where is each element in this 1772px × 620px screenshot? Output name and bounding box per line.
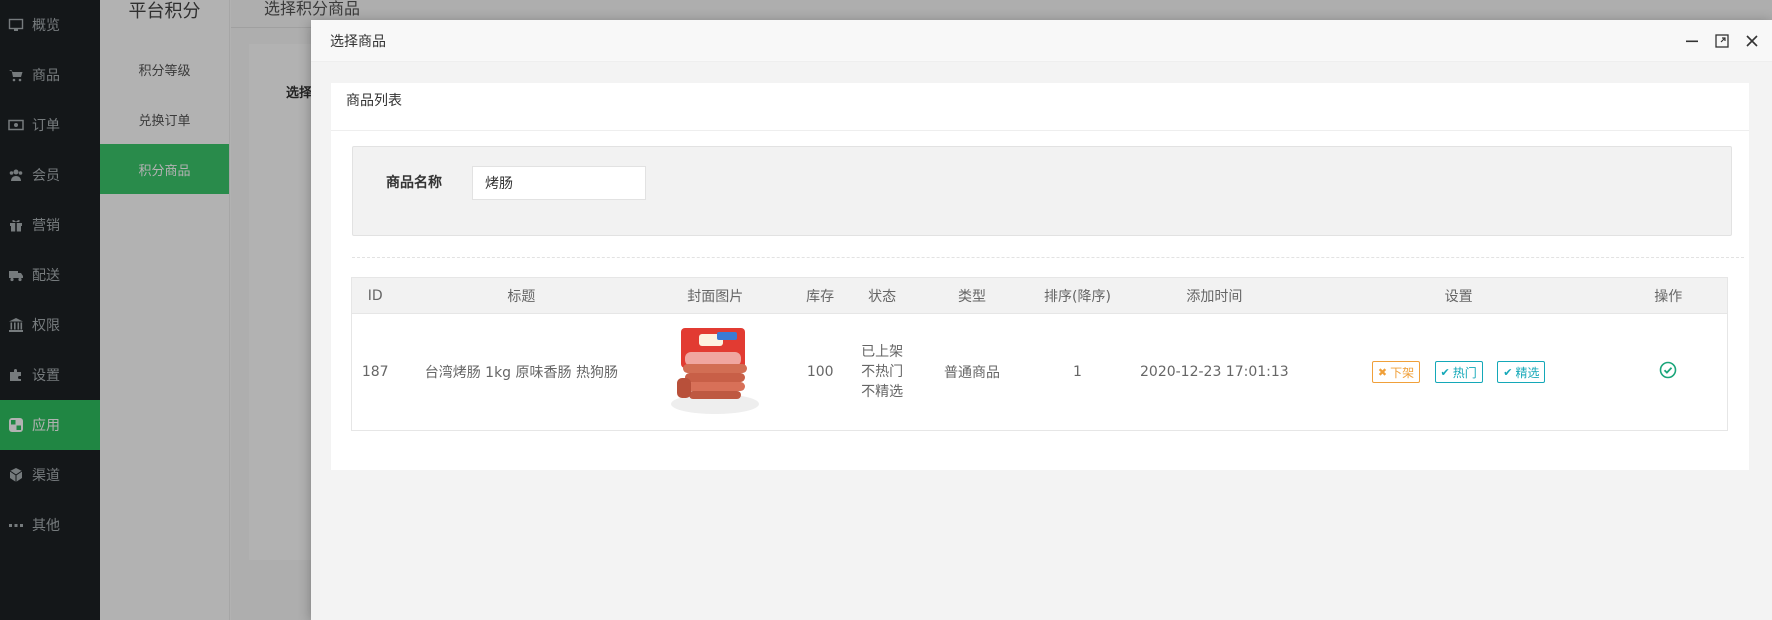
col-actions: 操作 (1609, 277, 1728, 314)
table-header-row: ID 标题 封面图片 库存 状态 类型 排序(降序) 添加时间 设置 操作 (351, 277, 1728, 314)
select-goods-modal: 选择商品 商品列表 商品名称 ID 标题 封面图片 库存 (311, 20, 1772, 620)
goods-list-card: 商品列表 商品名称 ID 标题 封面图片 库存 状态 类型 排序(降序) (331, 83, 1749, 470)
unshelve-label: 下架 (1390, 365, 1415, 380)
cell-id: 187 (361, 364, 389, 380)
card-title: 商品列表 (331, 83, 1749, 131)
status-featured: 不精选 (861, 384, 904, 400)
select-check-circle-icon[interactable] (1659, 361, 1677, 379)
table-row: 187 台湾烤肠 1kg 原味香肠 热狗肠 100 已上架 不热门 不精选 普通… (352, 314, 1728, 431)
col-added: 添加时间 (1120, 277, 1308, 314)
col-cover: 封面图片 (644, 277, 787, 314)
cell-stock: 100 (806, 364, 834, 380)
x-icon: ✖ (1377, 365, 1388, 379)
hot-label: 热门 (1452, 365, 1477, 380)
col-sort: 排序(降序) (1034, 277, 1121, 314)
cell-actions (1610, 314, 1728, 431)
modal-header: 选择商品 (311, 20, 1772, 62)
status-hot: 不热门 (861, 364, 904, 380)
cell-cover (644, 314, 786, 431)
col-title: 标题 (398, 277, 645, 314)
search-panel: 商品名称 (352, 146, 1732, 236)
product-image (667, 322, 763, 418)
cell-sort: 1 (1073, 364, 1082, 380)
col-status: 状态 (854, 277, 911, 314)
modal-tools (1682, 31, 1762, 51)
col-id: ID (351, 277, 399, 314)
check-icon: ✔ (1440, 365, 1450, 379)
col-type: 类型 (910, 277, 1034, 314)
col-stock: 库存 (786, 277, 855, 314)
featured-button[interactable]: ✔ 精选 (1497, 361, 1546, 383)
search-label: 商品名称 (386, 175, 442, 191)
modal-title: 选择商品 (330, 33, 386, 50)
check-icon: ✔ (1503, 365, 1513, 379)
minimize-icon[interactable] (1682, 31, 1702, 51)
hot-button[interactable]: ✔ 热门 (1434, 361, 1483, 383)
goods-name-input[interactable] (472, 166, 646, 200)
goods-table: ID 标题 封面图片 库存 状态 类型 排序(降序) 添加时间 设置 操作 18 (351, 277, 1728, 431)
status-on-shelf: 已上架 (861, 344, 904, 360)
cell-title: 台湾烤肠 1kg 原味香肠 热狗肠 (424, 365, 618, 381)
maximize-icon[interactable] (1712, 31, 1732, 51)
cell-type: 普通商品 (944, 365, 1001, 381)
close-icon[interactable] (1742, 31, 1762, 51)
col-settings: 设置 (1307, 277, 1610, 314)
cell-added: 2020-12-23 17:01:13 (1140, 364, 1289, 380)
unshelve-button[interactable]: ✖ 下架 (1371, 361, 1421, 383)
cell-status: 已上架 不热门 不精选 (854, 314, 910, 431)
cell-settings: ✖ 下架 ✔ 热门 ✔ 精选 (1308, 314, 1610, 431)
featured-label: 精选 (1515, 365, 1540, 380)
modal-body: 商品列表 商品名称 ID 标题 封面图片 库存 状态 类型 排序(降序) (311, 62, 1772, 620)
divider (352, 257, 1744, 258)
